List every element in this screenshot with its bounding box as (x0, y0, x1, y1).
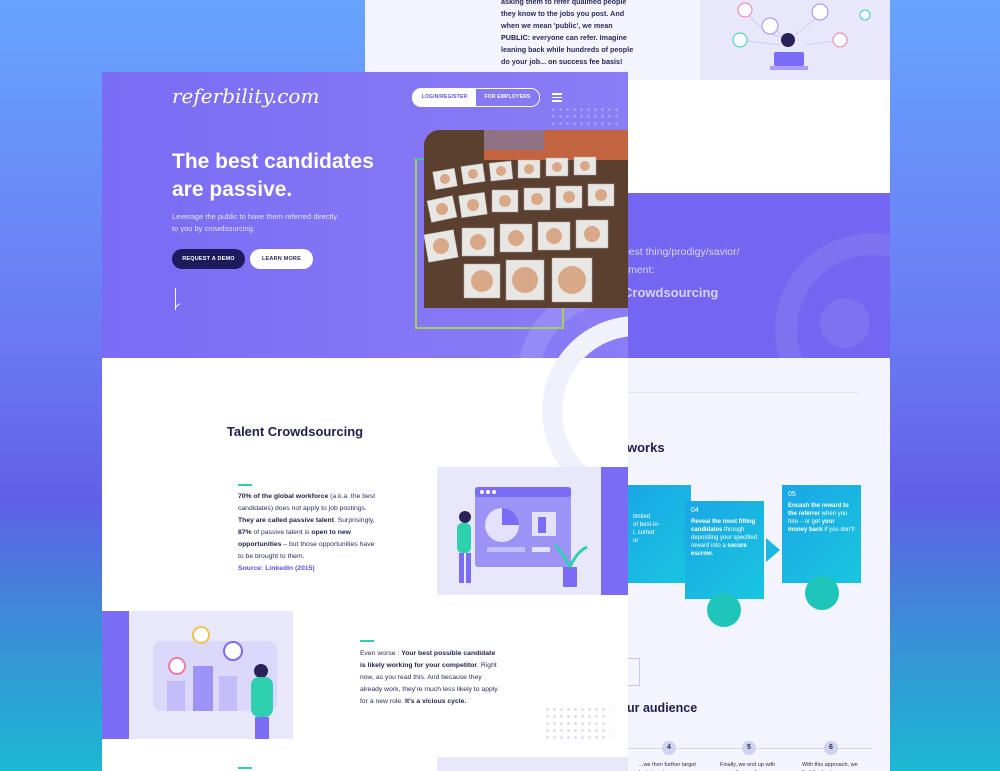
competitor-text: Even worse : Your best possible candidat… (360, 650, 498, 705)
intro-section: asking them to refer qualified people th… (365, 0, 890, 80)
step-number-6: 6 (824, 741, 838, 755)
landing-page-preview: referbility.com LOGIN/REGISTER FOR EMPLO… (102, 72, 628, 771)
accent-bar (238, 484, 252, 486)
step-4-text: ...we then further target by interests, (639, 762, 696, 771)
audience-title: ur audience (627, 701, 698, 715)
menu-icon[interactable] (552, 93, 562, 104)
reward-medal-icon (805, 576, 839, 610)
login-register-link[interactable]: LOGIN/REGISTER (413, 89, 476, 106)
learn-more-button[interactable]: LEARN MORE (250, 249, 313, 269)
band-text: t best thing/prodigy/savior/uitment: (617, 246, 740, 276)
down-arrow-icon (627, 658, 640, 686)
source-link[interactable]: Source: LinkedIn (2015) (238, 563, 380, 575)
for-employers-link[interactable]: FOR EMPLOYERS (476, 89, 539, 106)
band-title: Crowdsourcing (623, 285, 719, 300)
passive-talent-text: 70% of the global workforce (a.k.a. the … (238, 491, 380, 575)
competitor-illustration (102, 611, 293, 739)
divider (623, 392, 859, 393)
step-card-4: 04 Reveal the most fitting candidates th… (685, 501, 764, 599)
decor-circle (820, 298, 870, 348)
nav-pill: LOGIN/REGISTER FOR EMPLOYERS (412, 88, 540, 107)
step-card-5: 05 Encash the reward to the referrer whe… (782, 485, 861, 583)
brand-logo[interactable]: referbility.com (172, 84, 319, 108)
intro-text-segment: PUBLIC: (501, 33, 531, 42)
section-title: Talent Crowdsourcing (226, 424, 364, 439)
decor-dots (550, 106, 620, 126)
step-6-text: With this approach, we find the best (802, 762, 858, 771)
step-number: 04 (691, 507, 699, 514)
accent-bar (360, 640, 374, 642)
step-number-4: 4 (662, 741, 676, 755)
illustration-accent (601, 467, 628, 595)
step-5-text: Encash the reward to the referrer when y… (788, 503, 855, 533)
hero-section: referbility.com LOGIN/REGISTER FOR EMPLO… (102, 72, 628, 476)
audience-steps: 4 5 6 ...we then further target by inter… (627, 741, 872, 771)
analytics-illustration (437, 467, 628, 595)
step-5-text: Finally, we end up with an audience of a (720, 762, 776, 771)
escrow-icon (707, 593, 741, 627)
step-3-text: limited of best-in- l, sorted ur (633, 514, 660, 544)
hero-title: The best candidates are passive. (172, 150, 374, 201)
illustration-peek (437, 757, 628, 771)
intro-text: asking them to refer qualified people th… (501, 0, 641, 68)
hero-subtitle: Leverage the public to have them referre… (172, 212, 338, 233)
step-arrow (766, 538, 780, 562)
step-number-5: 5 (742, 741, 756, 755)
network-illustration (700, 0, 890, 80)
step-card-3: limited of best-in- l, sorted ur (627, 485, 691, 583)
next-section (102, 739, 628, 771)
how-it-works-title: works (627, 440, 665, 455)
intro-text-segment: asking them to refer qualified people th… (501, 0, 627, 30)
step-4-text: Reveal the most fitting candidates throu… (691, 519, 758, 557)
illustration-accent (102, 611, 129, 739)
step-number: 05 (788, 491, 796, 498)
accent-bar (238, 767, 252, 769)
request-demo-button[interactable]: REQUEST A DEMO (172, 249, 245, 269)
intro-text-segment: on success fee basis! (548, 57, 623, 66)
hero-photo (424, 130, 628, 308)
